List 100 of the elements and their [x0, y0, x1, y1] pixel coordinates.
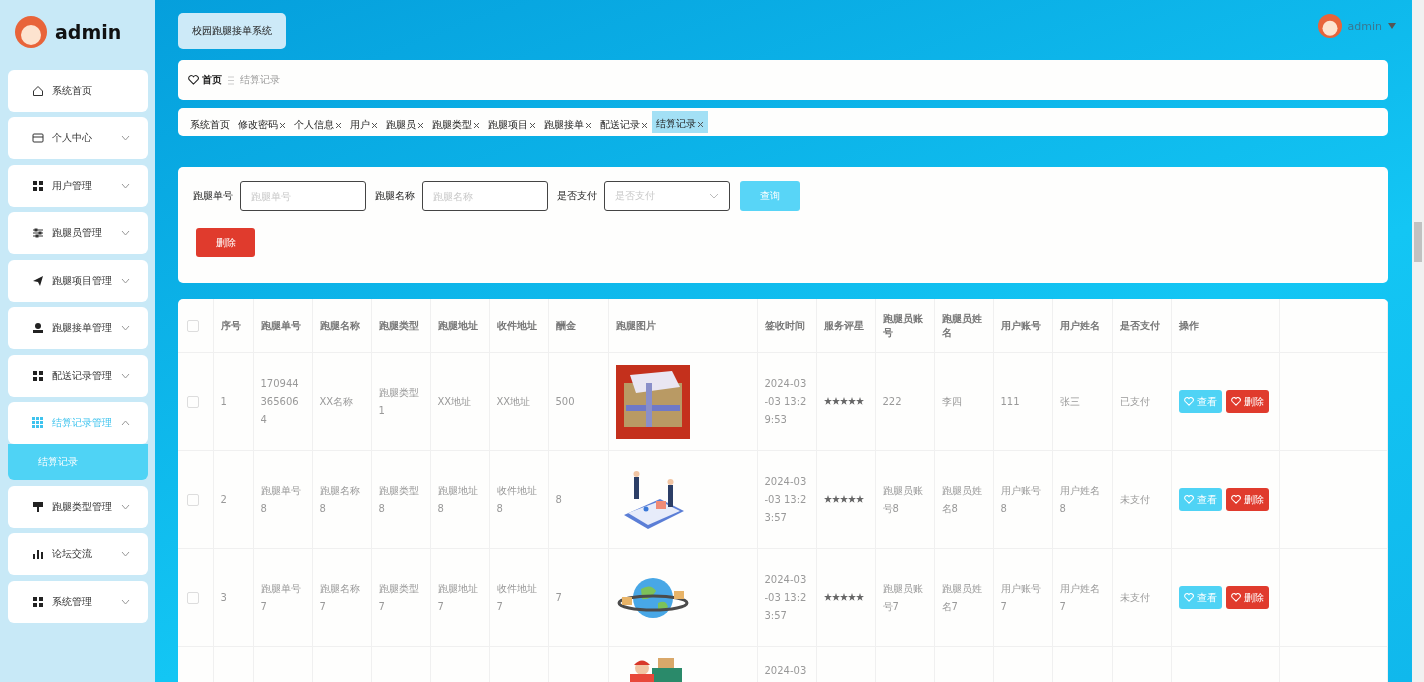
- menu-item[interactable]: 跑腿员管理: [8, 212, 148, 254]
- column-header: 跑腿类型: [378, 319, 419, 331]
- menu-item[interactable]: 个人中心: [8, 117, 148, 159]
- tab[interactable]: 配送记录: [596, 112, 652, 134]
- tab[interactable]: 跑腿类型: [428, 112, 484, 134]
- table-cell: 跑腿员姓名8: [941, 484, 982, 514]
- delete-button[interactable]: 删除: [196, 228, 255, 257]
- checkbox[interactable]: [187, 319, 199, 332]
- checkbox[interactable]: [187, 493, 199, 506]
- menu-item[interactable]: 论坛交流: [8, 533, 148, 575]
- table-cell: 未支付: [1119, 591, 1150, 603]
- table-cell: 跑腿类型1: [378, 386, 419, 416]
- column-header: 跑腿员账号: [882, 312, 923, 338]
- column-header: 跑腿地址: [437, 319, 478, 331]
- close-icon[interactable]: [529, 121, 536, 129]
- star-icon: [839, 592, 848, 601]
- star-icon: [855, 494, 864, 503]
- table-cell: 1709443656064: [260, 377, 299, 425]
- table-cell: 500: [555, 395, 575, 407]
- star-icon: [847, 396, 856, 405]
- heart-icon: [188, 75, 199, 85]
- star-icon: [831, 494, 840, 503]
- sliders-icon: [32, 227, 44, 239]
- menu-item[interactable]: 系统管理: [8, 580, 148, 623]
- column-header: 酬金: [555, 319, 576, 331]
- breadcrumb-current: 结算记录: [240, 73, 280, 87]
- star-icon: [823, 494, 832, 503]
- table-cell: 收件地址7: [496, 582, 537, 612]
- checkbox[interactable]: [187, 395, 199, 408]
- close-icon[interactable]: [473, 121, 480, 129]
- table-cell: 未支付: [1119, 493, 1150, 505]
- menu-item[interactable]: 跑腿项目管理: [8, 259, 148, 302]
- close-icon[interactable]: [697, 120, 704, 128]
- scrollbar[interactable]: [1412, 0, 1424, 682]
- menu-label: 跑腿员管理: [52, 226, 103, 240]
- star-icon: [839, 396, 848, 405]
- table-cell: 1: [220, 395, 227, 407]
- column-header: 跑腿员姓名: [941, 312, 982, 338]
- column-header: 用户账号: [1000, 319, 1041, 331]
- column-header: 是否支付: [1119, 319, 1160, 331]
- avatar-icon[interactable]: [1317, 14, 1342, 38]
- tab[interactable]: 跑腿项目: [484, 112, 540, 134]
- menu-label: 系统管理: [52, 594, 93, 609]
- menu-item[interactable]: 用户管理: [8, 164, 148, 207]
- table-cell: 用户账号7: [1000, 582, 1041, 612]
- card-icon: [32, 132, 44, 144]
- menu-label: 跑腿类型管理: [52, 499, 113, 514]
- menu-item[interactable]: 系统首页: [8, 69, 148, 112]
- column-header: 跑腿单号: [260, 319, 301, 331]
- close-icon[interactable]: [641, 121, 648, 129]
- delete-button[interactable]: 删除: [1225, 390, 1269, 413]
- tab[interactable]: 个人信息: [290, 112, 346, 134]
- checkbox[interactable]: [187, 591, 199, 604]
- table-cell: 跑腿单号7: [260, 582, 301, 612]
- tab[interactable]: 修改密码: [234, 112, 290, 134]
- heart-icon: [1230, 397, 1241, 406]
- user-name: admin: [55, 21, 122, 43]
- tab[interactable]: 结算记录: [652, 111, 708, 133]
- table-cell: 用户姓名7: [1059, 582, 1100, 612]
- table-cell: 2024-03-03 13:23:57: [764, 475, 807, 523]
- menu-item[interactable]: 跑腿类型管理: [8, 485, 148, 528]
- grid-icon: [32, 179, 44, 192]
- system-title: 校园跑腿接单系统: [178, 13, 286, 49]
- tab[interactable]: 用户: [346, 112, 382, 134]
- delete-button[interactable]: 删除: [1225, 586, 1269, 609]
- table-cell: XX名称: [319, 395, 354, 407]
- caret-icon[interactable]: [1388, 23, 1396, 29]
- grid-icon: [32, 417, 44, 429]
- close-icon[interactable]: [335, 121, 342, 129]
- home-icon: [32, 84, 44, 97]
- menu-label: 结算记录管理: [52, 416, 113, 430]
- avatar-icon: [15, 16, 47, 48]
- column-header: 收件地址: [496, 319, 537, 331]
- close-icon[interactable]: [371, 121, 378, 129]
- table-cell: 跑腿名称7: [319, 582, 360, 612]
- bar-chart-icon: [32, 548, 44, 560]
- tab[interactable]: 系统首页: [186, 112, 234, 134]
- close-icon[interactable]: [585, 121, 592, 129]
- delete-button[interactable]: 删除: [1225, 488, 1269, 511]
- column-header: 序号: [220, 319, 241, 331]
- menu-label: 个人中心: [52, 131, 93, 145]
- table-cell: 跑腿地址8: [437, 484, 478, 514]
- table-cell: 跑腿类型8: [378, 484, 419, 514]
- tab[interactable]: 跑腿员: [382, 112, 428, 134]
- star-icon: [823, 592, 832, 601]
- table-cell: 2024-03-03 13:29:53: [764, 377, 807, 425]
- table-cell: 跑腿员账号7: [882, 582, 923, 612]
- table-cell: 收件地址8: [496, 484, 537, 514]
- table-cell: 222: [882, 395, 902, 407]
- close-icon[interactable]: [279, 121, 286, 129]
- table-cell: 用户账号8: [1000, 484, 1041, 514]
- table-cell: 2: [220, 493, 227, 505]
- table-cell: 张三: [1059, 395, 1080, 407]
- breadcrumb-link[interactable]: 首页: [202, 73, 222, 87]
- close-icon[interactable]: [417, 121, 424, 129]
- field-label: 跑腿名称: [375, 189, 415, 203]
- separator-icon: [228, 75, 234, 85]
- menu-item[interactable]: 跑腿接单管理: [8, 307, 148, 349]
- tab[interactable]: 跑腿接单: [540, 112, 596, 134]
- menu-item[interactable]: 配送记录管理: [8, 354, 148, 397]
